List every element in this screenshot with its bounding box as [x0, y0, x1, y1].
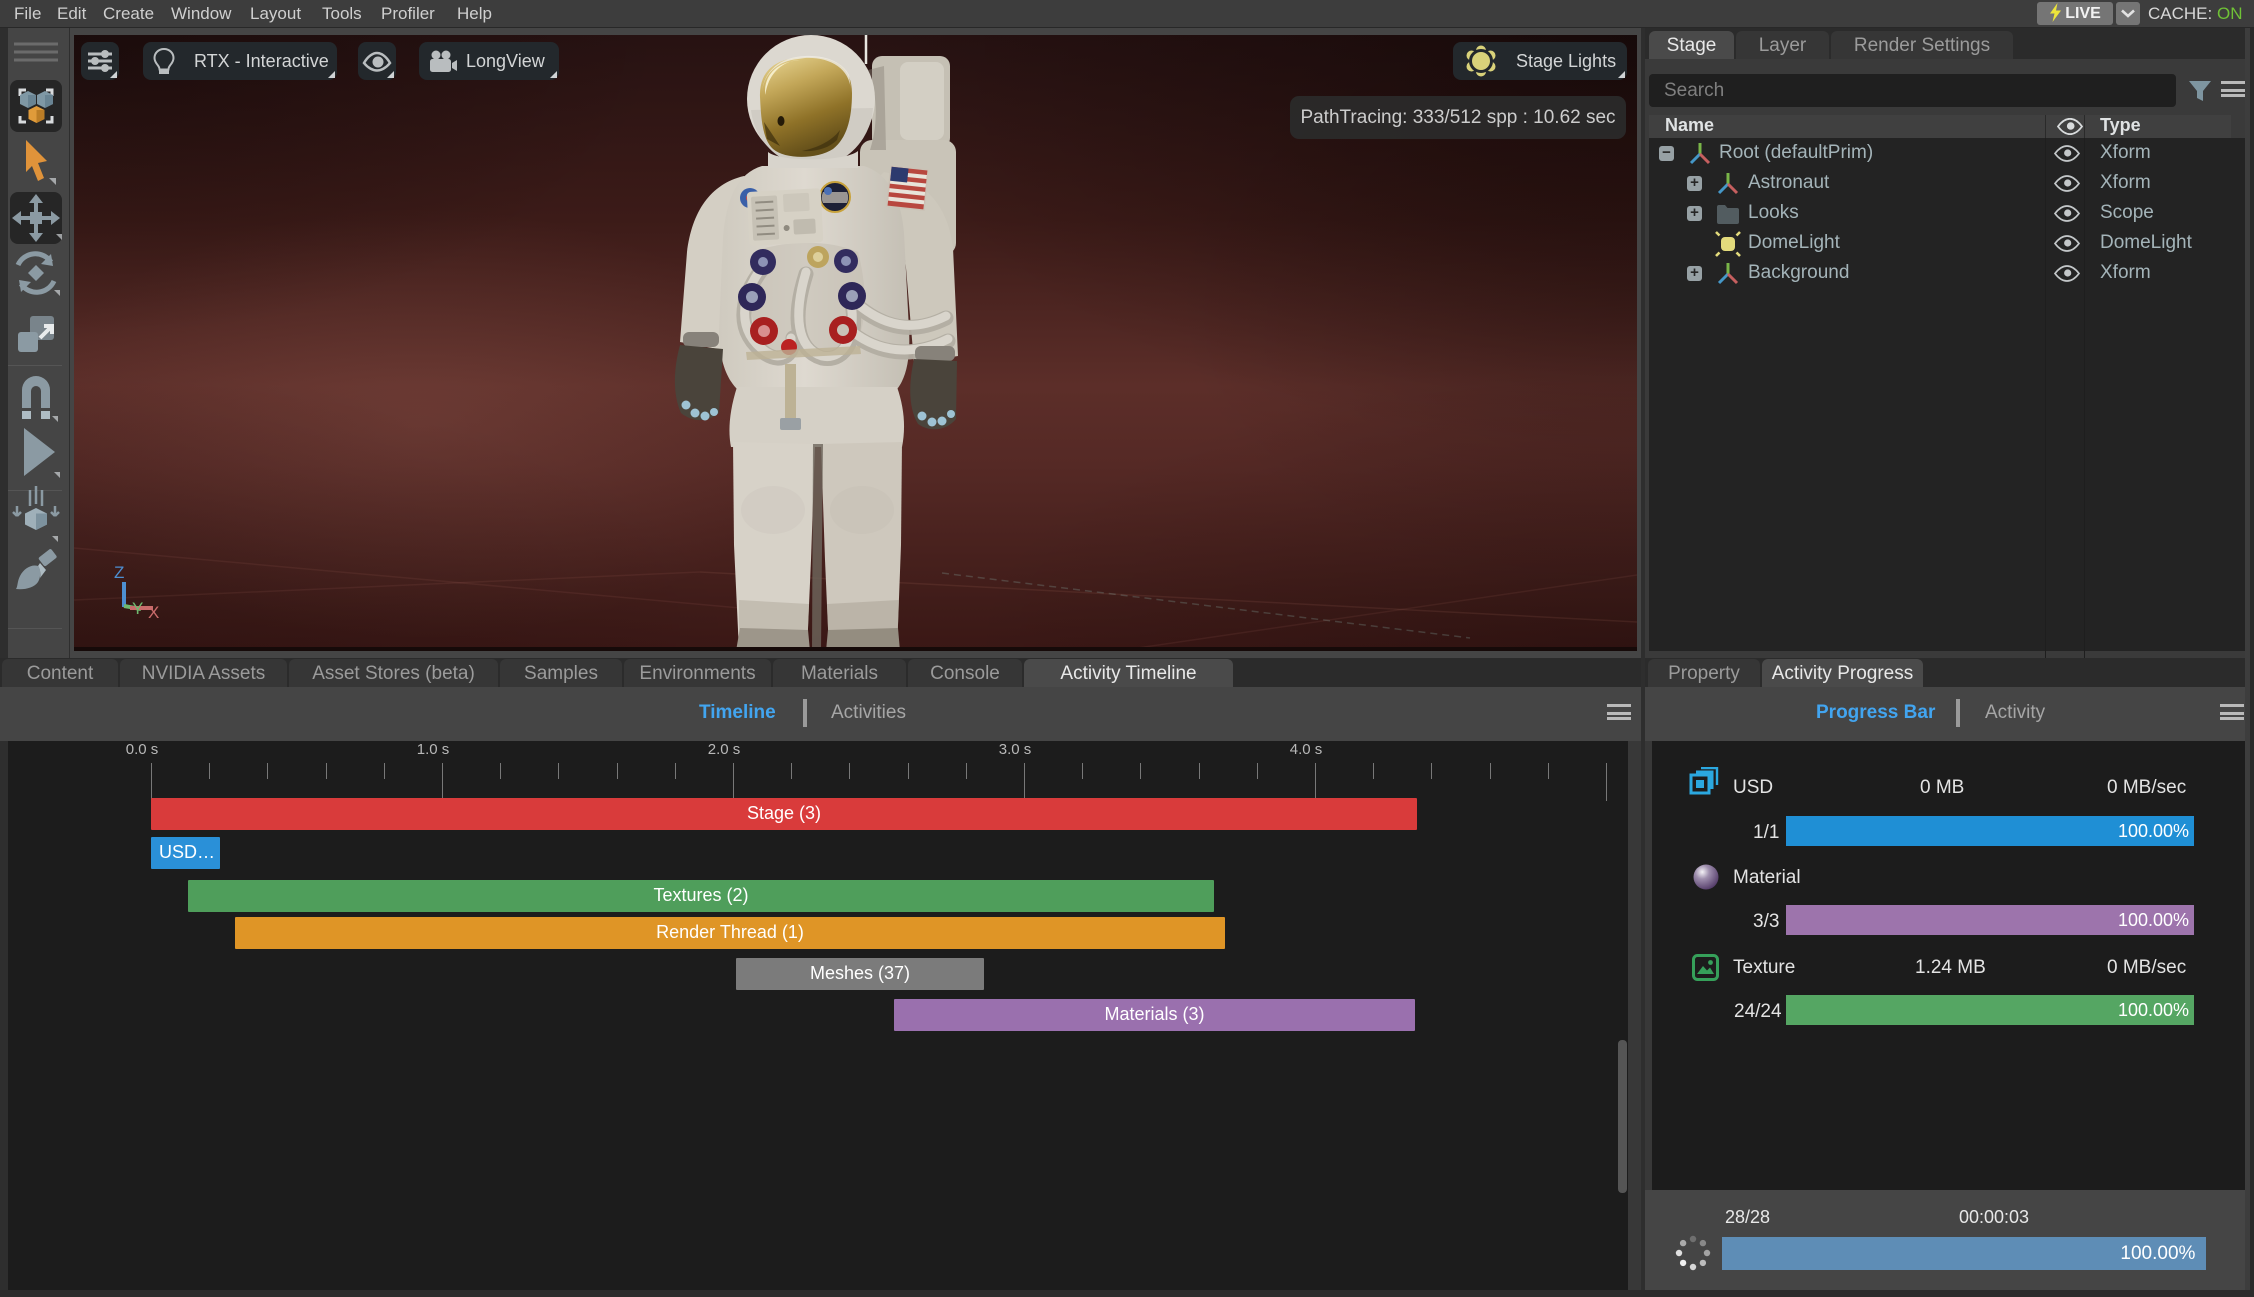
svg-text:Y: Y — [132, 599, 143, 618]
svg-text:X: X — [148, 603, 159, 622]
svg-text:Z: Z — [114, 563, 124, 582]
